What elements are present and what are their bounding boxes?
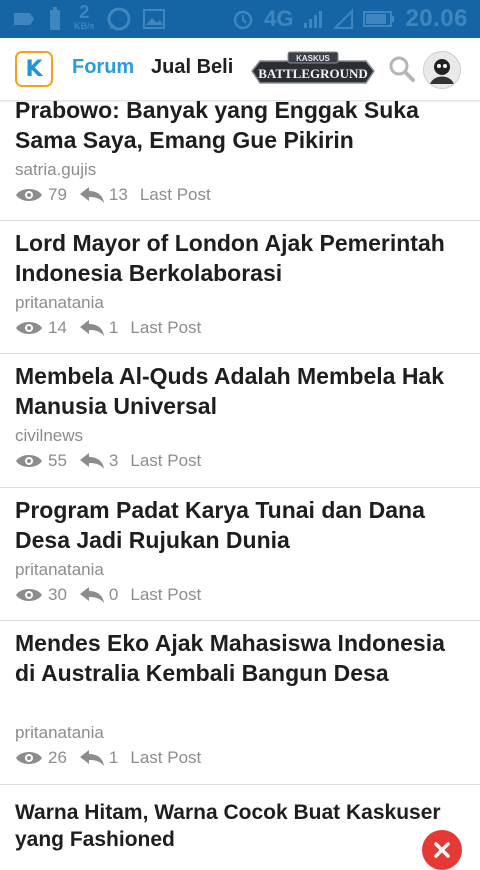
banner-top-text: KASKUS <box>296 54 330 63</box>
thread-meta: 14 1 Last Post <box>15 317 201 339</box>
last-post-link[interactable]: Last Post <box>130 451 201 471</box>
nav-jual-beli[interactable]: Jual Beli <box>151 56 233 79</box>
reply-icon <box>79 453 104 469</box>
reply-icon <box>79 750 104 766</box>
thread-author[interactable]: pritanatania <box>15 560 104 580</box>
thread-meta: 79 13 Last Post <box>15 184 211 206</box>
last-post-link[interactable]: Last Post <box>130 748 201 768</box>
battery-saver-icon <box>50 7 60 30</box>
reply-icon <box>79 320 104 336</box>
last-post-link[interactable]: Last Post <box>140 185 211 205</box>
net-speed: 2 KB/s <box>74 3 95 33</box>
user-avatar[interactable] <box>423 51 461 89</box>
net-speed-unit: KB/s <box>74 21 95 31</box>
thread-title[interactable]: Membela Al-Quds Adalah Membela Hak Manus… <box>15 361 455 421</box>
thread-title[interactable]: Lord Mayor of London Ajak Pemerintah Ind… <box>15 228 455 288</box>
thread-item[interactable]: Warna Hitam, Warna Cocok Buat Kaskuser y… <box>0 785 480 854</box>
thread-item[interactable]: Mendes Eko Ajak Mahasiswa Indonesia di A… <box>0 621 480 785</box>
message-icon <box>14 13 34 25</box>
reply-count: 0 <box>108 585 119 604</box>
reply-icon <box>79 587 104 603</box>
view-count: 26 <box>48 748 67 767</box>
thread-meta: 30 0 Last Post <box>15 584 201 606</box>
eye-icon <box>16 589 42 601</box>
banner-bottom-text: BATTLEGROUND <box>258 66 368 81</box>
status-bar: 2 KB/s 4G 20.06 <box>0 0 480 38</box>
reply-icon <box>79 187 104 203</box>
thread-item[interactable]: Membela Al-Quds Adalah Membela Hak Manus… <box>0 354 480 488</box>
view-count: 79 <box>48 185 67 204</box>
view-count: 14 <box>48 318 67 337</box>
gallery-icon <box>142 9 165 29</box>
nav-forum[interactable]: Forum <box>72 56 134 79</box>
eye-icon <box>16 322 42 334</box>
app-header: K Forum Jual Beli KASKUS BATTLEGROUND <box>0 38 480 101</box>
thread-title[interactable]: Mendes Eko Ajak Mahasiswa Indonesia di A… <box>15 628 455 688</box>
thread-title[interactable]: Program Padat Karya Tunai dan Dana Desa … <box>15 495 455 555</box>
battery-icon <box>363 11 395 27</box>
thread-author[interactable]: pritanatania <box>15 293 104 313</box>
thread-meta: 26 1 Last Post <box>15 747 201 769</box>
battleground-banner[interactable]: KASKUS BATTLEGROUND <box>250 49 376 87</box>
thread-title[interactable]: Prabowo: Banyak yang Enggak Suka Sama Sa… <box>15 95 455 155</box>
status-left-icons: 2 KB/s <box>12 0 165 38</box>
thread-author[interactable]: pritanatania <box>15 723 104 743</box>
thread-author[interactable]: civilnews <box>15 426 83 446</box>
thread-item[interactable]: Lord Mayor of London Ajak Pemerintah Ind… <box>0 221 480 354</box>
eye-icon <box>16 455 42 467</box>
thread-item[interactable]: Prabowo: Banyak yang Enggak Suka Sama Sa… <box>0 97 480 221</box>
kaskus-logo-icon: K <box>25 56 43 82</box>
avatar-image <box>424 52 460 88</box>
thread-item[interactable]: Program Padat Karya Tunai dan Dana Desa … <box>0 488 480 621</box>
search-icon[interactable] <box>388 55 416 83</box>
view-count: 30 <box>48 585 67 604</box>
reply-count: 13 <box>108 185 128 204</box>
kaskus-logo[interactable]: K <box>15 51 53 87</box>
reply-count: 1 <box>108 748 119 767</box>
alarm-icon <box>233 10 253 30</box>
eye-icon <box>16 189 42 201</box>
reply-count: 3 <box>108 451 119 470</box>
thread-author[interactable]: satria.gujis <box>15 160 96 180</box>
close-icon <box>434 842 450 858</box>
thread-meta: 55 3 Last Post <box>15 450 201 472</box>
whatsapp-icon <box>107 7 131 31</box>
last-post-link[interactable]: Last Post <box>130 585 201 605</box>
last-post-link[interactable]: Last Post <box>130 318 201 338</box>
network-type: 4G <box>264 6 294 31</box>
signal-icon <box>304 11 323 28</box>
thread-title[interactable]: Warna Hitam, Warna Cocok Buat Kaskuser y… <box>15 799 455 853</box>
eye-icon <box>16 752 42 764</box>
reply-count: 1 <box>108 318 119 337</box>
status-right-icons: 4G 20.06 <box>232 0 468 38</box>
thread-list: Prabowo: Banyak yang Enggak Suka Sama Sa… <box>0 97 480 854</box>
view-count: 55 <box>48 451 67 470</box>
close-ad-button[interactable] <box>422 830 462 870</box>
clock: 20.06 <box>405 5 468 32</box>
signal-2-icon <box>333 9 354 29</box>
